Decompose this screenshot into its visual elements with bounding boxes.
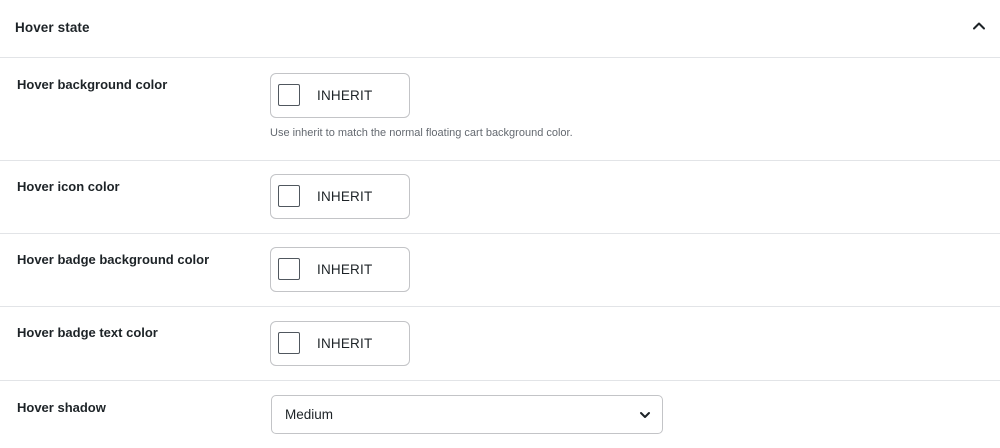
color-swatch[interactable]: [278, 185, 300, 207]
field-label: Hover badge background color: [17, 252, 210, 267]
hover-shadow-select[interactable]: Medium: [271, 395, 663, 434]
help-text: Use inherit to match the normal floating…: [270, 127, 573, 139]
hover-shadow-row: Hover shadow Medium: [0, 381, 1000, 448]
hover-badge-text-color-row: Hover badge text color INHERIT: [0, 307, 1000, 381]
color-swatch[interactable]: [278, 84, 300, 106]
panel-title: Hover state: [15, 20, 90, 35]
field-label: Hover badge text color: [17, 325, 158, 340]
color-swatch[interactable]: [278, 258, 300, 280]
field-label: Hover shadow: [17, 400, 106, 415]
hover-background-color-row: Hover background color INHERIT Use inher…: [0, 58, 1000, 161]
chevron-down-icon: [640, 412, 650, 418]
field-label: Hover icon color: [17, 179, 120, 194]
hover-state-panel: Hover state Hover background color INHER…: [0, 0, 1000, 448]
color-value: INHERIT: [317, 88, 373, 103]
color-value: INHERIT: [317, 336, 373, 351]
hover-badge-text-color-picker[interactable]: INHERIT: [270, 321, 410, 366]
collapse-toggle-button[interactable]: [966, 13, 992, 39]
hover-icon-color-picker[interactable]: INHERIT: [270, 174, 410, 219]
chevron-up-icon: [973, 22, 985, 30]
field-label: Hover background color: [17, 77, 168, 92]
hover-background-color-picker[interactable]: INHERIT: [270, 73, 410, 118]
color-swatch[interactable]: [278, 332, 300, 354]
hover-badge-background-color-row: Hover badge background color INHERIT: [0, 234, 1000, 307]
select-value: Medium: [285, 407, 334, 422]
hover-badge-background-color-picker[interactable]: INHERIT: [270, 247, 410, 292]
color-value: INHERIT: [317, 262, 373, 277]
hover-icon-color-row: Hover icon color INHERIT: [0, 161, 1000, 234]
color-value: INHERIT: [317, 189, 373, 204]
panel-header[interactable]: Hover state: [0, 0, 1000, 58]
